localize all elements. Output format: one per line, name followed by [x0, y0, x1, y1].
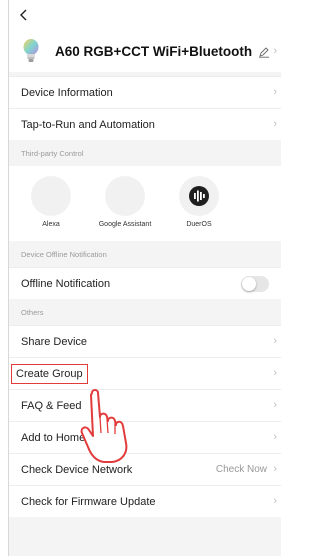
third-party-list: Alexa Google Assistant DuerOS: [9, 166, 281, 241]
third-party-alexa[interactable]: Alexa: [21, 176, 81, 229]
create-group-highlight: Create Group: [11, 364, 88, 384]
share-device-row[interactable]: Share Device ›: [9, 325, 281, 357]
toggle-knob: [242, 277, 256, 291]
top-bar: [9, 0, 281, 30]
offline-notification-row: Offline Notification: [9, 267, 281, 299]
third-party-label: Google Assistant: [98, 221, 152, 228]
create-group-row[interactable]: Create Group ›: [9, 357, 281, 389]
third-party-dueros[interactable]: DuerOS: [169, 176, 229, 229]
chevron-right-icon: ›: [273, 463, 277, 475]
back-chevron-icon[interactable]: [19, 9, 29, 21]
settings-screen: A60 RGB+CCT WiFi+Bluetooth › Device Info…: [8, 0, 281, 556]
offline-notification-toggle[interactable]: [241, 276, 269, 292]
pointing-hand-icon: [80, 389, 128, 463]
device-information-row[interactable]: Device Information ›: [9, 76, 281, 108]
section-third-party: Third-party Control: [9, 140, 281, 166]
chevron-right-icon: ›: [273, 399, 277, 411]
section-others: Others: [9, 299, 281, 325]
chevron-right-icon: ›: [273, 495, 277, 507]
offline-notification-label: Offline Notification: [21, 277, 111, 290]
chevron-right-icon: ›: [273, 118, 277, 130]
create-group-label: Create Group: [16, 368, 83, 380]
device-information-label: Device Information: [21, 86, 113, 99]
third-party-label: Alexa: [42, 221, 60, 228]
google-assistant-icon: [105, 176, 145, 216]
chevron-right-icon: ›: [273, 367, 277, 379]
chevron-right-icon: ›: [273, 335, 277, 347]
device-header: A60 RGB+CCT WiFi+Bluetooth ›: [9, 30, 281, 72]
chevron-right-icon: ›: [273, 431, 277, 443]
alexa-icon: [31, 176, 71, 216]
chevron-right-icon: ›: [273, 45, 277, 57]
tap-to-run-label: Tap-to-Run and Automation: [21, 118, 155, 131]
device-name: A60 RGB+CCT WiFi+Bluetooth: [55, 43, 253, 59]
chevron-right-icon: ›: [273, 86, 277, 98]
pencil-icon[interactable]: [258, 45, 270, 58]
check-network-label: Check Device Network: [21, 463, 133, 476]
check-now-link[interactable]: Check Now: [216, 464, 267, 475]
third-party-google[interactable]: Google Assistant: [95, 176, 155, 229]
firmware-row[interactable]: Check for Firmware Update ›: [9, 485, 281, 517]
share-device-label: Share Device: [21, 335, 88, 348]
tap-to-run-row[interactable]: Tap-to-Run and Automation ›: [9, 108, 281, 140]
bottom-spacer: [9, 517, 281, 556]
firmware-label: Check for Firmware Update: [21, 495, 156, 508]
section-offline: Device Offline Notification: [9, 241, 281, 267]
dueros-icon: [179, 176, 219, 216]
faq-label: FAQ & Feed: [21, 399, 82, 412]
third-party-label: DuerOS: [186, 221, 212, 228]
bulb-icon: [21, 38, 41, 64]
